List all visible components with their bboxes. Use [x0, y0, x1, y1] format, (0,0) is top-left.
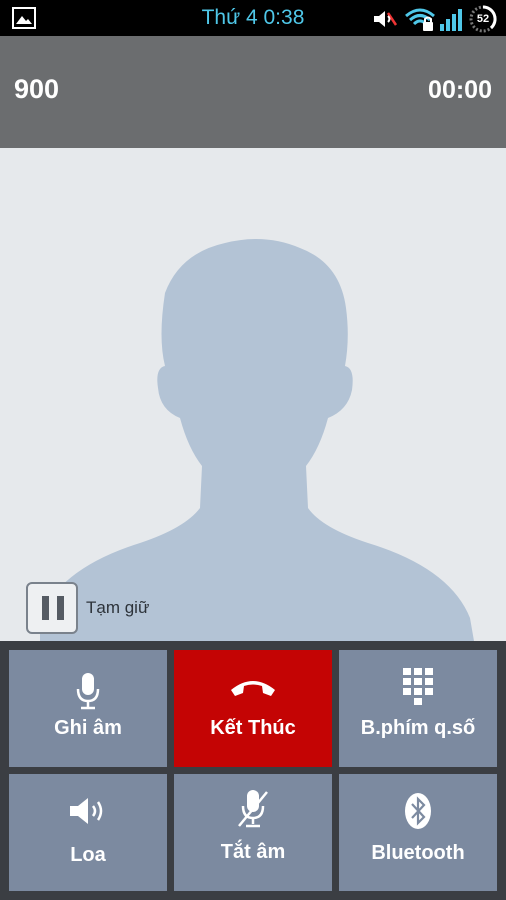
speaker-icon: [70, 798, 103, 824]
hold-label: Tạm giữ: [86, 598, 150, 617]
signal-icon: [440, 9, 462, 31]
speaker-button[interactable]: Loa: [9, 774, 167, 891]
microphone-icon: [76, 673, 100, 710]
bluetooth-icon: [405, 793, 431, 829]
bluetooth-button[interactable]: Bluetooth: [339, 774, 497, 891]
call-controls: Ghi âm Kết Thúc B.phím q.số Loa Tắt âm B…: [0, 641, 506, 900]
caller-number: 900: [14, 74, 60, 104]
end-call-label: Kết Thúc: [210, 717, 296, 739]
hang-up-icon: [231, 681, 275, 696]
mute-label: Tắt âm: [220, 841, 286, 863]
battery-icon: 52: [469, 5, 497, 33]
battery-level: 52: [476, 13, 490, 25]
pause-icon: [42, 596, 49, 620]
default-contact-avatar-icon: [40, 239, 474, 641]
dialpad-icon: [403, 668, 433, 705]
mute-microphone-icon: [238, 790, 268, 828]
hold-button[interactable]: [26, 582, 78, 634]
wifi-locked-icon: [405, 8, 435, 31]
muted-sound-icon: [374, 11, 398, 27]
end-call-button[interactable]: Kết Thúc: [174, 650, 332, 767]
status-bar: Thứ 4 0:38 52: [0, 0, 506, 36]
contact-photo-area: Tạm giữ: [0, 148, 506, 641]
dialpad-label: B.phím q.số: [360, 717, 476, 739]
record-label: Ghi âm: [54, 717, 122, 739]
dialpad-button[interactable]: B.phím q.số: [339, 650, 497, 767]
record-button[interactable]: Ghi âm: [9, 650, 167, 767]
speaker-label: Loa: [70, 844, 106, 866]
mute-button[interactable]: Tắt âm: [174, 774, 332, 891]
call-header: 900 00:00: [0, 36, 506, 148]
bluetooth-label: Bluetooth: [371, 842, 465, 864]
call-duration: 00:00: [428, 76, 492, 104]
